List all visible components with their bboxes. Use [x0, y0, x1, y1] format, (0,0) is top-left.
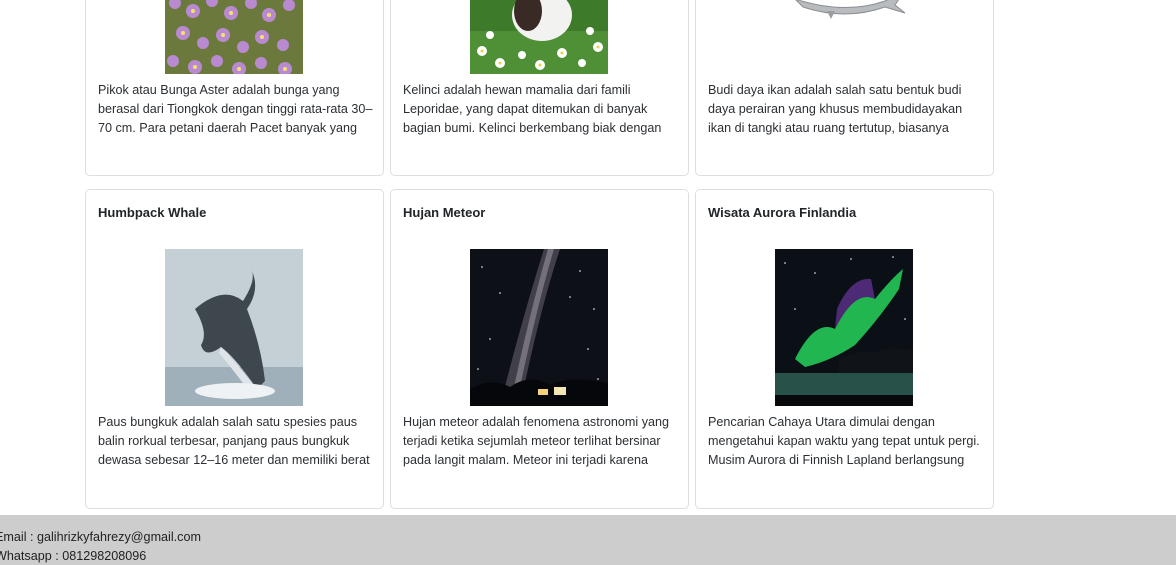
- card-text: Pencarian Cahaya Utara dimulai dengan me…: [708, 415, 980, 467]
- card-title: Wisata Aurora Finlandia: [708, 205, 857, 220]
- footer-whatsapp: Whatsapp : 081298208096: [0, 549, 147, 563]
- card-title: Hujan Meteor: [403, 205, 486, 220]
- footer-email: Email : galihrizkyfahrezy@gmail.com: [0, 530, 201, 544]
- card-hujan-meteor: Hujan Meteor Hujan meteor adalah fenomen…: [390, 189, 689, 509]
- card-title: Humbpack Whale: [98, 205, 207, 220]
- card-text: Pikok atau Bunga Aster adalah bunga yang…: [98, 83, 373, 135]
- card-aurora-finlandia: Wisata Aurora Finlandia Pencarian Cahaya…: [695, 189, 994, 509]
- card-bunga-aster: Pikok atau Bunga Aster adalah bunga yang…: [85, 0, 384, 176]
- rabbit-image: [470, 0, 608, 74]
- card-text: Paus bungkuk adalah salah satu spesies p…: [98, 415, 370, 467]
- flower-image: [165, 0, 303, 74]
- card-text: Kelinci adalah hewan mamalia dari famili…: [403, 83, 662, 135]
- whale-image: [165, 249, 303, 406]
- footer: Email : galihrizkyfahrezy@gmail.com What…: [0, 515, 1176, 565]
- card-text: Hujan meteor adalah fenomena astronomi y…: [403, 415, 670, 467]
- card-ikan: Budi daya ikan adalah salah satu bentuk …: [695, 0, 994, 176]
- card-kelinci: Kelinci adalah hewan mamalia dari famili…: [390, 0, 689, 176]
- card-humpback-whale: Humbpack Whale Paus bungkuk adalah salah…: [85, 189, 384, 509]
- card-text: Budi daya ikan adalah salah satu bentuk …: [708, 83, 963, 135]
- fish-image: [775, 0, 913, 74]
- aurora-image: [775, 249, 913, 406]
- meteor-image: [470, 249, 608, 406]
